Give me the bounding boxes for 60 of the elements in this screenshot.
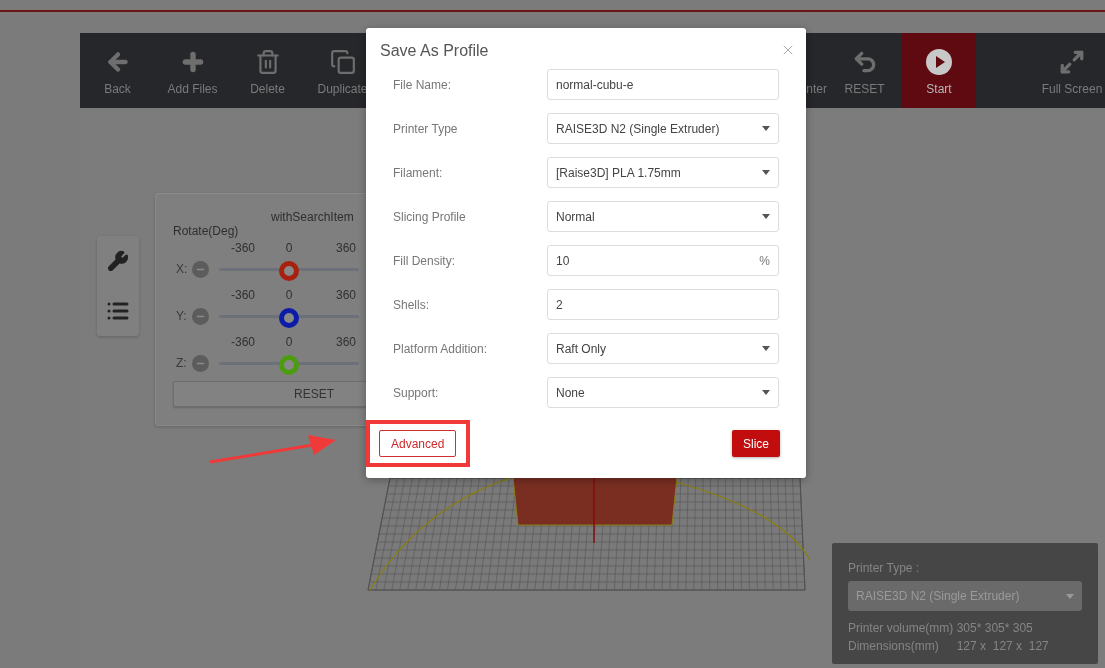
field-label: Platform Addition:	[393, 341, 489, 356]
tick-label: -360	[231, 288, 255, 302]
volume-text: Printer volume(mm) 305* 305* 305	[848, 620, 1034, 637]
trash-icon	[254, 49, 281, 75]
tick-label: -360	[231, 241, 255, 255]
copy-icon	[329, 49, 356, 75]
slider-thumb[interactable]	[279, 355, 299, 375]
field-label: Filament:	[393, 165, 444, 180]
select-field[interactable]: None	[547, 377, 779, 408]
tick-label: -360	[231, 335, 255, 349]
toolbar-button[interactable]: Delete	[230, 33, 305, 108]
field-label: Printer Type :	[848, 560, 921, 577]
expand-icon	[1059, 49, 1085, 75]
tick-label: 360	[336, 335, 356, 349]
toolbar-button[interactable]: Duplicate	[305, 33, 380, 108]
field-label: File Name:	[393, 77, 452, 92]
axis-label: Y:	[176, 309, 187, 323]
select-field[interactable]: Normal	[547, 201, 779, 232]
field-label: Fill Density:	[393, 253, 456, 268]
select-field[interactable]: Raft Only	[547, 333, 779, 364]
caret-icon	[762, 390, 770, 395]
field-label: Slicing Profile	[393, 209, 467, 224]
toolbar-button[interactable]: Add Files	[155, 33, 230, 108]
caret-icon	[1066, 593, 1074, 599]
minus-button[interactable]	[192, 261, 209, 278]
axis-label: X:	[176, 262, 188, 276]
tick-label: 360	[336, 241, 356, 255]
field-label: Printer Type	[393, 121, 459, 136]
caret-icon	[762, 126, 770, 131]
field-label: Shells:	[393, 297, 431, 312]
toolbar-button[interactable]: Start	[902, 33, 976, 108]
input-field[interactable]: normal-cubu-e	[547, 69, 779, 100]
caret-icon	[762, 170, 770, 175]
slider-thumb[interactable]	[279, 308, 299, 328]
tick-label: 0	[285, 288, 293, 302]
toolbar-button[interactable]: RESET	[827, 33, 902, 108]
axis-label: Z:	[176, 356, 187, 370]
minus-button[interactable]	[192, 355, 209, 372]
tick-label: 0	[285, 335, 293, 349]
wrench-icon[interactable]	[107, 249, 129, 272]
field-label: Support:	[393, 385, 440, 400]
dialog-title: Save As Profile	[380, 42, 490, 60]
panel-label: withSearchItem	[271, 210, 354, 224]
panel-title: Rotate(Deg)	[173, 224, 239, 238]
select-field[interactable]: [Raise3D] PLA 1.75mm	[547, 157, 779, 188]
dimensions-label: Dimensions(mm)	[848, 638, 939, 655]
play-icon	[926, 49, 952, 75]
tick-label: 0	[285, 241, 293, 255]
advanced-button[interactable]: Advanced	[379, 430, 457, 457]
slider-thumb[interactable]	[279, 261, 299, 281]
toolbar-button[interactable]: Back	[80, 33, 155, 108]
tick-label: 360	[336, 288, 356, 302]
input-field[interactable]: 2	[547, 289, 779, 320]
minus-button[interactable]	[192, 308, 209, 325]
slice-button[interactable]: Slice	[732, 430, 780, 457]
toolbar-button[interactable]: Full Screen	[1039, 33, 1105, 108]
select-field[interactable]: RAISE3D N2 (Single Extruder)	[547, 113, 779, 144]
caret-icon	[762, 214, 770, 219]
caret-icon	[762, 346, 770, 351]
input-field[interactable]: 10 %	[547, 245, 779, 276]
